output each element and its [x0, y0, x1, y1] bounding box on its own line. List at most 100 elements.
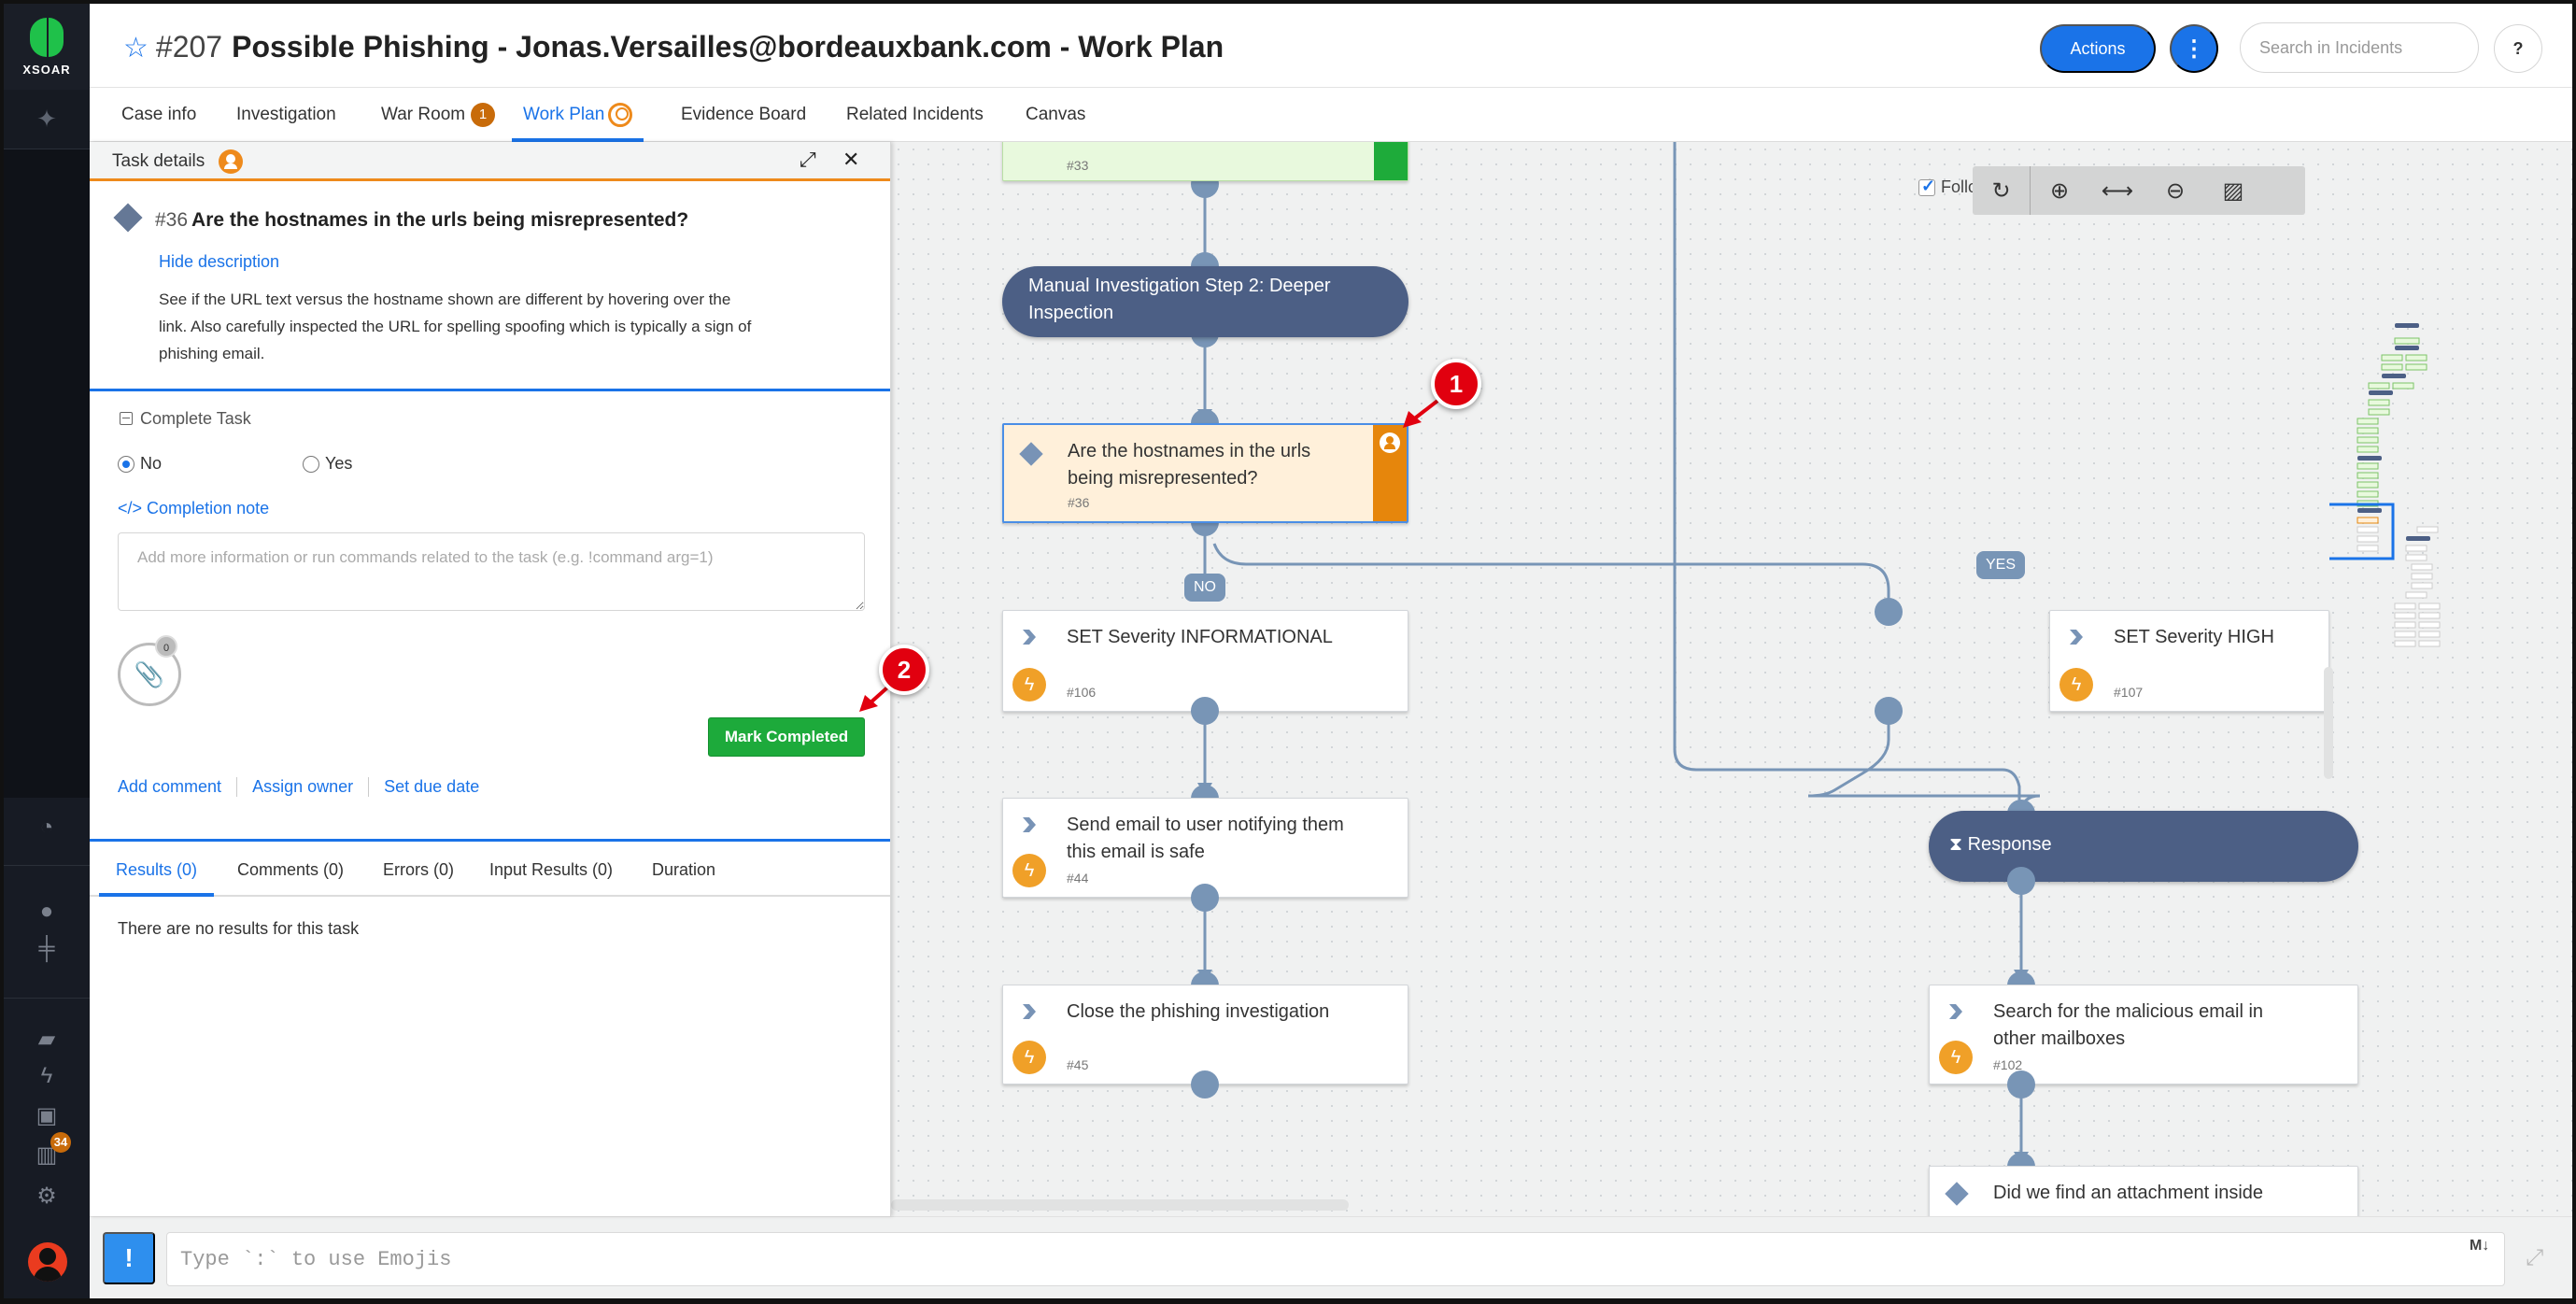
zoom-in-icon[interactable]: ⊕: [2031, 166, 2088, 215]
assign-owner-link[interactable]: Assign owner: [236, 777, 368, 797]
tab-related-incidents[interactable]: Related Incidents: [846, 88, 984, 142]
refresh-icon[interactable]: ↻: [1973, 166, 2031, 215]
chat-input[interactable]: [166, 1232, 2505, 1286]
user-avatar-icon[interactable]: [28, 1242, 67, 1282]
node-title: Close the phishing investigation: [1067, 1001, 1330, 1022]
book-icon[interactable]: ▰: [4, 1026, 90, 1053]
search-incidents-input[interactable]: [2240, 22, 2479, 73]
minimap-node: [2418, 640, 2441, 647]
tab-work-plan[interactable]: Work Plan: [512, 88, 644, 142]
condition-diamond-icon: [1945, 1182, 1969, 1206]
export-image-icon[interactable]: ▨: [2204, 166, 2262, 215]
minimap-node: [2357, 462, 2379, 470]
completion-note-input[interactable]: [118, 532, 865, 611]
radio-button-selected[interactable]: [118, 455, 134, 473]
tab-case-info[interactable]: Case info: [121, 88, 196, 142]
minimap-node: [2394, 621, 2416, 629]
tab-comments[interactable]: Comments (0): [237, 843, 344, 897]
chevron-right-icon: [1023, 817, 1036, 832]
pin-icon[interactable]: ✦: [4, 90, 90, 149]
flow-node-107[interactable]: SET Severity HIGH ϟ #107: [2049, 610, 2329, 712]
expand-icon[interactable]: ⤢: [2526, 1245, 2543, 1271]
completion-note-toggle[interactable]: </> Completion note: [118, 499, 269, 518]
automation-lightning-icon: ϟ: [1012, 668, 1046, 702]
tab-errors[interactable]: Errors (0): [383, 843, 454, 897]
node-id: #36: [1068, 495, 1090, 510]
section-manual-investigation-step-2[interactable]: Manual Investigation Step 2: Deeper Insp…: [1002, 266, 1408, 337]
horizontal-scrollbar[interactable]: [891, 1199, 1349, 1211]
condition-diamond-icon: [113, 203, 143, 233]
minimap-node: [2416, 526, 2439, 533]
minimap-section: [2357, 456, 2382, 461]
tab-evidence-board[interactable]: Evidence Board: [681, 88, 806, 142]
task-title: #36 Are the hostnames in the urls being m…: [113, 203, 688, 233]
radio-button[interactable]: [303, 455, 319, 473]
hide-description-link[interactable]: Hide description: [159, 252, 279, 272]
node-port: [1875, 598, 1903, 626]
canvas-toolbar: ↻ ⊕ ⟷ ⊖ ▨: [1973, 166, 2305, 215]
star-icon[interactable]: ☆: [123, 33, 149, 64]
follow-checkbox[interactable]: [1918, 177, 1935, 196]
dashboard-gauge-icon[interactable]: ◔: [4, 815, 90, 841]
radio-no[interactable]: No: [118, 454, 162, 474]
tab-duration[interactable]: Duration: [652, 843, 715, 897]
section-response[interactable]: ⧗ Response: [1929, 811, 2358, 882]
help-button[interactable]: ?: [2494, 24, 2542, 73]
zoom-out-icon[interactable]: ⊖: [2146, 166, 2204, 215]
database-icon[interactable]: ▥: [4, 1141, 90, 1169]
minimap-node: [2392, 382, 2414, 390]
flow-node-45[interactable]: Close the phishing investigation ϟ #45: [1002, 985, 1408, 1084]
tab-label: Case info: [121, 105, 197, 124]
minimap-node: [2411, 563, 2433, 571]
gear-icon[interactable]: ⚙: [4, 1183, 90, 1210]
mark-completed-button[interactable]: Mark Completed: [708, 717, 865, 757]
tab-results[interactable]: Results (0): [99, 843, 215, 897]
tab-canvas[interactable]: Canvas: [1026, 88, 1085, 142]
minimap-node: [2368, 399, 2390, 406]
minimap[interactable]: [2329, 310, 2442, 665]
briefcase-icon[interactable]: ▣: [4, 1102, 90, 1129]
vertical-scrollbar[interactable]: [2324, 667, 2333, 779]
flow-node-36[interactable]: Are the hostnames in the urls being misr…: [1002, 423, 1408, 523]
command-mode-button[interactable]: !: [103, 1232, 155, 1284]
expand-icon[interactable]: ⤢: [800, 148, 816, 172]
xsoar-logo[interactable]: XSOAR: [4, 4, 90, 90]
tab-investigation[interactable]: Investigation: [236, 88, 336, 142]
minimap-section: [2395, 346, 2419, 350]
signpost-icon[interactable]: ╪: [4, 936, 90, 962]
radio-yes[interactable]: Yes: [303, 454, 352, 474]
automation-lightning-icon: ϟ: [1012, 854, 1046, 887]
minimap-node: [2357, 526, 2379, 533]
flow-node-attachment-check[interactable]: Did we find an attachment inside: [1929, 1166, 2358, 1218]
flow-node-44[interactable]: Send email to user notifying them this e…: [1002, 798, 1408, 898]
flow-node-33[interactable]: #33: [1002, 142, 1408, 181]
tab-war-room[interactable]: War Room 1: [381, 88, 496, 142]
minimap-section: [2406, 536, 2430, 541]
chevron-right-icon: [1023, 630, 1036, 645]
section-title: Manual Investigation Step 2: Deeper Insp…: [1028, 276, 1331, 323]
node-title: Did we find an attachment inside: [1993, 1183, 2264, 1203]
add-comment-link[interactable]: Add comment: [118, 777, 236, 797]
markdown-icon[interactable]: M↓: [2470, 1238, 2489, 1254]
tab-label: War Room: [381, 105, 466, 124]
tab-input-results[interactable]: Input Results (0): [489, 843, 613, 897]
task-details-title: Task details: [112, 151, 205, 171]
status-waiting-strip: [1373, 425, 1407, 521]
code-icon: </>: [118, 499, 143, 517]
chevron-right-icon: [1023, 1004, 1036, 1019]
radio-label: No: [140, 454, 163, 473]
incident-tabs: Case info Investigation War Room 1 Work P…: [90, 88, 2572, 142]
actions-button[interactable]: Actions: [2040, 24, 2156, 73]
workplan-canvas[interactable]: #33 Manual Investigation Step 2: Deeper …: [891, 142, 2572, 1218]
minimap-node: [2394, 631, 2416, 638]
more-options-button[interactable]: ⋮: [2170, 24, 2218, 73]
complete-task-toggle[interactable]: Complete Task: [120, 409, 251, 429]
set-due-date-link[interactable]: Set due date: [368, 777, 494, 797]
flow-node-102[interactable]: Search for the malicious email in other …: [1929, 985, 2358, 1084]
annotation-callout-2: 2: [879, 645, 929, 695]
close-icon[interactable]: ✕: [842, 148, 859, 172]
bomb-icon[interactable]: ●: [4, 899, 90, 925]
fit-width-icon[interactable]: ⟷: [2088, 166, 2146, 215]
minimap-node: [2357, 490, 2379, 498]
lightning-icon[interactable]: ϟ: [4, 1063, 90, 1089]
